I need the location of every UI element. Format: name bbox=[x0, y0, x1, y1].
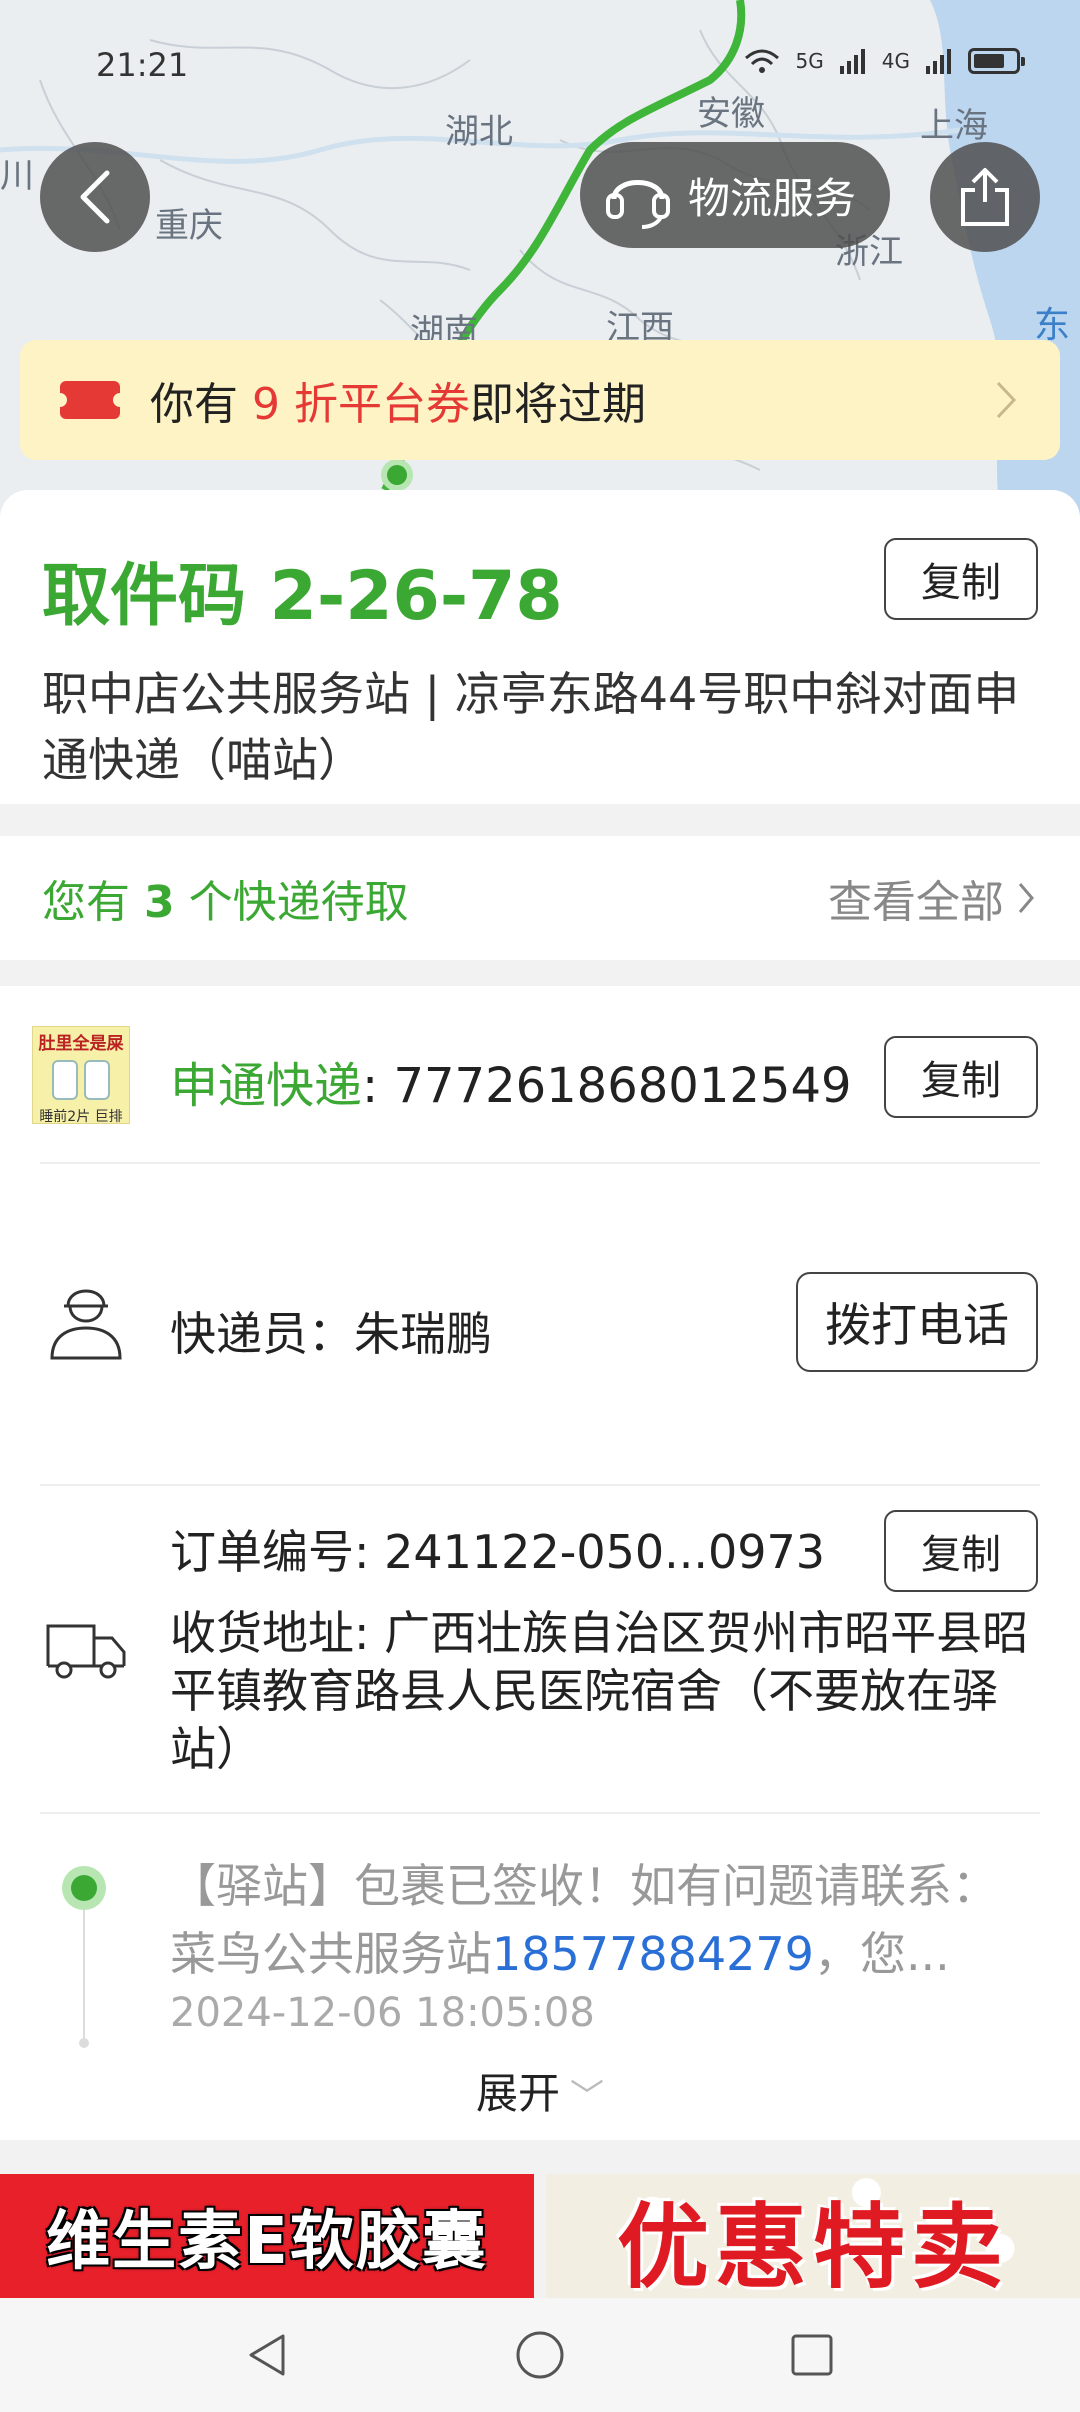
tracking-message-part2: ，您... bbox=[813, 1927, 950, 1981]
expand-label: 展开 bbox=[475, 2069, 560, 2118]
coupon-text: 你有 9 折平台券即将过期 bbox=[150, 368, 990, 432]
system-nav-bar bbox=[0, 2298, 1080, 2412]
copy-order-button[interactable]: 复制 bbox=[884, 1510, 1038, 1592]
coupon-banner[interactable]: 你有 9 折平台券即将过期 bbox=[20, 340, 1060, 460]
status-icons: 5G 4G bbox=[742, 46, 1025, 76]
tracking-number-value: : 777261868012549 bbox=[362, 1058, 852, 1114]
call-courier-button[interactable]: 拨打电话 bbox=[796, 1272, 1038, 1372]
network-5g-label: 5G bbox=[795, 49, 824, 73]
pending-prefix: 您有 bbox=[42, 877, 144, 928]
nav-recents-icon[interactable] bbox=[787, 2330, 837, 2380]
logistics-service-label: 物流服务 bbox=[688, 173, 857, 223]
battery-icon bbox=[968, 48, 1025, 74]
tracking-timestamp: 2024-12-06 18:05:08 bbox=[170, 1990, 595, 2036]
expand-timeline-button[interactable]: 展开 ﹀ bbox=[0, 2060, 1080, 2121]
share-button[interactable] bbox=[930, 142, 1040, 252]
product-bottles-graphic bbox=[33, 1060, 129, 1100]
timeline-end-dot bbox=[79, 2038, 89, 2048]
product-thumb-caption: 睡前2片 巨排便 bbox=[39, 1109, 123, 1124]
coupon-suffix: 即将过期 bbox=[469, 379, 646, 430]
copy-tracking-button[interactable]: 复制 bbox=[884, 1036, 1038, 1118]
pickup-station-address: 职中店公共服务站 | 凉亭东路44号职中斜对面申通快递（喵站） bbox=[42, 667, 1020, 787]
nav-back-icon[interactable] bbox=[243, 2330, 293, 2380]
chevron-right-icon bbox=[1018, 883, 1034, 913]
coupon-highlight: 9 折平台券 bbox=[252, 379, 470, 430]
wifi-icon bbox=[744, 49, 779, 73]
delivery-address: 收货地址: 广西壮族自治区贺州市昭平县昭平镇教育路县人民医院宿舍（不要放在驿站） bbox=[170, 1606, 1029, 1776]
courier-person-icon bbox=[50, 1289, 122, 1360]
truck-icon bbox=[46, 1624, 126, 1679]
courier-name: 快递员：朱瑞鹏 bbox=[170, 1307, 492, 1361]
latest-tracking-message: 【驿站】包裹已签收！如有问题请联系：菜鸟公共服务站18577884279，您..… bbox=[170, 1852, 1040, 1988]
network-4g-label: 4G bbox=[881, 49, 910, 73]
chevron-right-icon bbox=[996, 381, 1017, 419]
status-time: 21:21 bbox=[96, 46, 189, 84]
ticket-icon bbox=[53, 381, 127, 419]
back-button[interactable] bbox=[40, 142, 150, 252]
divider bbox=[40, 1812, 1040, 1814]
copy-pickup-code-button[interactable]: 复制 bbox=[884, 538, 1038, 620]
map-label-hubei: 湖北 bbox=[445, 112, 513, 152]
map-label-sichuan: 川 bbox=[0, 156, 34, 196]
divider bbox=[40, 1484, 1040, 1486]
logistics-service-button[interactable]: 物流服务 bbox=[580, 142, 890, 248]
timeline-current-dot bbox=[62, 1866, 106, 1910]
divider bbox=[40, 1162, 1040, 1164]
pending-suffix: 个快递待取 bbox=[174, 877, 409, 928]
map-label-anhui: 安徽 bbox=[697, 94, 765, 134]
headset-icon bbox=[606, 180, 670, 229]
map-label-shanghai: 上海 bbox=[920, 106, 988, 146]
ad-left-text: 维生素E软胶囊 bbox=[46, 2205, 488, 2279]
pickup-card: 取件码 2-26-78 职中店公共服务站 | 凉亭东路44号职中斜对面申通快递（… bbox=[0, 490, 1080, 804]
carrier-name: 申通快递 bbox=[170, 1058, 363, 1114]
chevron-left-icon bbox=[80, 170, 110, 224]
nav-home-icon[interactable] bbox=[513, 2328, 567, 2382]
signal-icon-2 bbox=[926, 49, 951, 74]
ad-right-text: 优惠特卖 bbox=[616, 2194, 1009, 2298]
pending-count-text: 您有 3 个快递待取 bbox=[42, 866, 409, 930]
view-all-link[interactable]: 查看全部 bbox=[828, 866, 1038, 930]
view-all-label: 查看全部 bbox=[828, 877, 1004, 928]
timeline-line bbox=[83, 1910, 85, 2042]
station-phone-link[interactable]: 18577884279 bbox=[492, 1927, 814, 1981]
coupon-prefix: 你有 bbox=[150, 379, 252, 430]
share-icon bbox=[961, 168, 1009, 226]
signal-icon bbox=[839, 49, 865, 74]
chevron-down-icon: ﹀ bbox=[570, 2077, 604, 2117]
pending-packages-row[interactable]: 您有 3 个快递待取 查看全部 bbox=[0, 836, 1080, 960]
tracking-number: 申通快递: 777261868012549 bbox=[170, 1046, 852, 1116]
ad-banner-vitamin-e[interactable]: 维生素E软胶囊 bbox=[0, 2174, 534, 2298]
product-thumbnail[interactable]: 肚里全是屎 睡前2片 巨排便 bbox=[32, 1026, 130, 1124]
ad-banner-special-offer[interactable]: 优惠特卖 bbox=[546, 2174, 1080, 2298]
order-number: 订单编号: 241122-050...0973 bbox=[170, 1525, 826, 1579]
shipment-detail-card: 肚里全是屎 睡前2片 巨排便 申通快递: 777261868012549 复制 … bbox=[0, 986, 1080, 2140]
pending-count: 3 bbox=[144, 877, 175, 928]
map-label-chongqing: 重庆 bbox=[155, 206, 223, 246]
product-thumb-title: 肚里全是屎 bbox=[38, 1034, 124, 1054]
